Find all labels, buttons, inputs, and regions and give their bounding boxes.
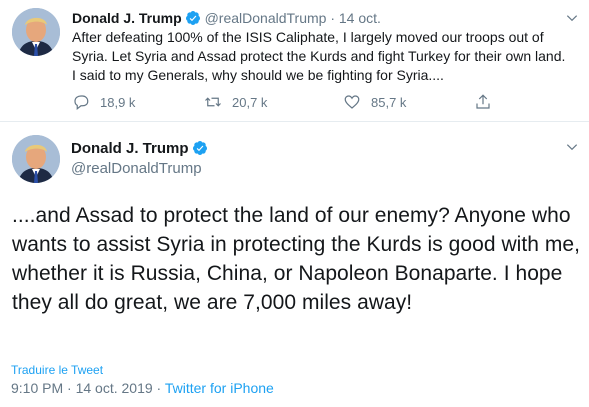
like-count: 85,7 k	[371, 94, 407, 110]
separator-dot: ·	[156, 380, 162, 396]
share-button[interactable]	[474, 93, 502, 111]
retweet-count: 20,7 k	[232, 94, 268, 110]
tweet-time[interactable]: 9:10 PM	[11, 380, 63, 396]
like-button[interactable]: 85,7 k	[343, 93, 406, 111]
avatar-portrait-icon	[12, 8, 60, 56]
author-handle[interactable]: @realDonaldTrump	[205, 10, 327, 26]
tweet-date[interactable]: 14 oct.	[339, 10, 381, 26]
verified-icon	[185, 11, 200, 25]
reply-button[interactable]: 18,9 k	[72, 93, 135, 111]
reply-icon	[74, 95, 89, 110]
tweet-header: Donald J. Trump @realDonaldTrump · 14 oc…	[72, 9, 381, 27]
separator-dot: ·	[67, 380, 72, 396]
author-name[interactable]: Donald J. Trump	[72, 10, 182, 26]
share-icon	[476, 94, 490, 109]
author-name[interactable]: Donald J. Trump	[71, 140, 189, 157]
tweet-source-link[interactable]: Twitter for iPhone	[165, 380, 274, 396]
focused-tweet: Donald J. Trump @realDonaldTrump ....and…	[0, 123, 589, 407]
author-handle[interactable]: @realDonaldTrump	[71, 159, 202, 178]
avatar[interactable]	[12, 8, 60, 56]
tweet-header: Donald J. Trump	[71, 139, 208, 158]
avatar-portrait-icon	[12, 135, 60, 183]
tweet-metadata: 9:10 PM · 14 oct. 2019 · Twitter for iPh…	[11, 380, 274, 396]
separator-dot: ·	[330, 10, 335, 26]
parent-tweet[interactable]: Donald J. Trump @realDonaldTrump · 14 oc…	[0, 0, 589, 122]
reply-count: 18,9 k	[100, 94, 136, 110]
tweet-text: After defeating 100% of the ISIS Calipha…	[72, 29, 566, 83]
verified-icon	[192, 141, 207, 155]
avatar[interactable]	[12, 135, 60, 183]
retweet-icon	[205, 97, 221, 107]
chevron-down-icon[interactable]	[565, 140, 579, 154]
tweet-full-date[interactable]: 14 oct. 2019	[76, 380, 153, 396]
tweet-actions: 18,9 k 20,7 k 85,7 k	[72, 93, 512, 113]
tweet-text: ....and Assad to protect the land of our…	[12, 204, 581, 314]
chevron-down-icon[interactable]	[565, 11, 579, 25]
like-icon	[344, 95, 360, 109]
retweet-button[interactable]: 20,7 k	[204, 93, 267, 111]
translate-tweet-link[interactable]: Traduire le Tweet	[11, 363, 103, 377]
